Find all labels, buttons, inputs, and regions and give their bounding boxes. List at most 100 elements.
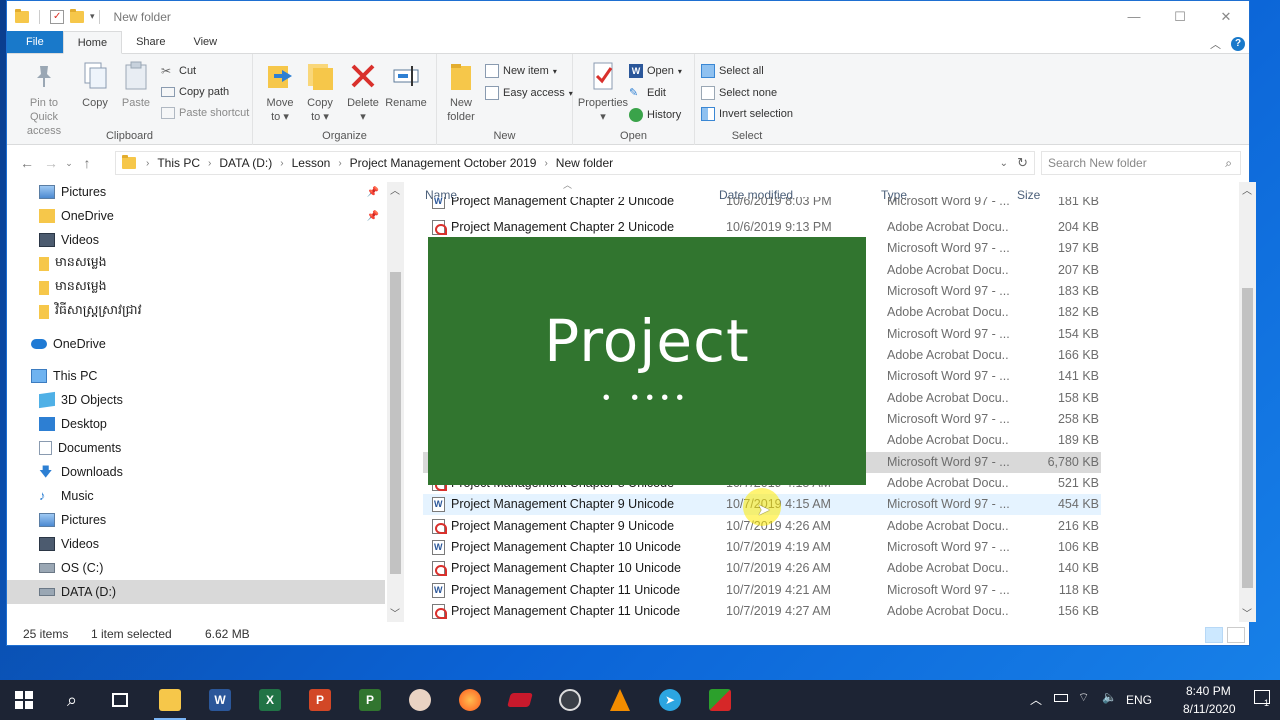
tab-home[interactable]: Home [62,31,123,54]
tab-share[interactable]: Share [122,31,179,53]
taskbar-powerpoint[interactable]: P [296,680,344,720]
taskbar-book-app[interactable] [496,680,544,720]
network-icon[interactable]: ⌔ [1078,690,1089,705]
nav-pictures-quick[interactable]: Pictures 📌 [7,182,385,204]
breadcrumb-lesson[interactable]: Lesson [292,156,331,170]
move-to-button[interactable]: Move to ▾ [261,60,299,124]
file-row[interactable]: Project Management Chapter 2 Unicode 10/… [423,197,1101,212]
new-item-button[interactable]: New item ▾ [485,64,557,78]
recent-locations-icon[interactable]: ⌄ [63,158,75,169]
file-row[interactable]: Project Management Chapter 10 Unicode 10… [423,537,1101,558]
file-row[interactable]: Project Management Chapter 11 Unicode 10… [423,580,1101,601]
scroll-down-icon[interactable]: ﹀ [390,605,400,620]
nav-onedrive-quick[interactable]: OneDrive 📌 [7,204,385,228]
rename-button[interactable]: Rename [385,60,427,110]
task-view-button[interactable] [96,680,144,720]
tab-file[interactable]: File [7,31,63,53]
copy-button[interactable]: Copy [79,60,111,110]
nav-downloads[interactable]: 🡇 Downloads [7,460,385,484]
new-folder-quick-icon[interactable] [70,8,84,23]
nav-scrollbar[interactable]: ︿ ﹀ [387,182,404,622]
help-icon[interactable]: ? [1231,37,1245,51]
new-folder-button[interactable]: New folder [443,60,479,124]
nav-data-d[interactable]: DATA (D:) [7,580,385,604]
back-arrow-icon[interactable]: ← [15,155,39,171]
breadcrumb-new-folder[interactable]: New folder [556,156,613,170]
taskbar-obs[interactable] [546,680,594,720]
nav-documents[interactable]: Documents [7,436,385,460]
taskbar-project[interactable]: P [346,680,394,720]
nav-onedrive[interactable]: OneDrive [7,332,385,356]
pin-icon[interactable]: 📌 [367,187,379,198]
nav-khmer-folder-2[interactable]: មានសម្លេង [7,276,385,300]
delete-button[interactable]: Delete ▾ [345,60,381,124]
properties-button[interactable]: Properties ▾ [577,60,629,124]
taskbar-vlc[interactable] [596,680,644,720]
nav-music[interactable]: ♪ Music [7,484,385,508]
copy-path-button[interactable]: Copy path [161,86,229,98]
file-row[interactable]: Project Management Chapter 2 Unicode 10/… [423,217,1101,238]
taskbar-word[interactable]: W [196,680,244,720]
language-indicator[interactable]: ENG [1126,693,1152,707]
start-button[interactable] [0,680,48,720]
nav-pictures[interactable]: Pictures [7,508,385,532]
customize-qat-icon[interactable]: ▾ [90,11,95,22]
file-list-scrollbar[interactable]: ︿ ﹀ [1239,182,1256,622]
tab-view[interactable]: View [179,31,231,53]
pin-icon[interactable]: 📌 [367,211,379,222]
nav-this-pc[interactable]: This PC [7,364,385,388]
clock-date[interactable]: 8/11/2020 [1183,702,1236,716]
breadcrumb-data-d[interactable]: DATA (D:) [219,156,272,170]
file-list-scroll-thumb[interactable] [1242,288,1253,588]
battery-icon[interactable] [1054,694,1068,702]
nav-videos[interactable]: Videos [7,532,385,556]
nav-khmer-folder-1[interactable]: មានសម្លេង [7,252,385,276]
breadcrumb-this-pc[interactable]: This PC [157,156,200,170]
scroll-down-icon[interactable]: ﹀ [1242,605,1252,620]
taskbar-firefox[interactable] [446,680,494,720]
taskbar-telegram[interactable]: ➤ [646,680,694,720]
paste-shortcut-button[interactable]: Paste shortcut [161,107,249,119]
history-button[interactable]: History [629,108,681,122]
easy-access-button[interactable]: Easy access ▾ [485,86,573,100]
nav-videos-quick[interactable]: Videos [7,228,385,252]
paste-button[interactable]: Paste [119,60,153,110]
nav-scroll-thumb[interactable] [390,272,401,574]
search-input[interactable]: Search New folder ⌕ [1041,151,1241,175]
clock-time[interactable]: 8:40 PM [1186,684,1231,698]
volume-icon[interactable]: 🔈 [1102,690,1117,704]
taskbar-excel[interactable]: X [246,680,294,720]
minimize-button[interactable]: — [1111,1,1157,32]
taskbar-seal-app[interactable] [396,680,444,720]
nav-khmer-folder-3[interactable]: វិធីសាស្ត្រស្រាវជ្រាវ [7,300,385,324]
properties-check-icon[interactable]: ✓ [50,9,64,24]
select-none-button[interactable]: Select none [701,86,777,100]
invert-selection-button[interactable]: Invert selection [701,107,793,121]
show-hidden-icons-icon[interactable]: ︿ [1030,691,1042,708]
file-row[interactable]: Project Management Chapter 10 Unicode 10… [423,558,1101,579]
maximize-button[interactable]: ☐ [1157,1,1203,32]
edit-button[interactable]: ✎ Edit [629,86,666,100]
scroll-up-icon[interactable]: ︿ [390,182,400,197]
details-view-icon[interactable] [1205,627,1223,643]
up-arrow-icon[interactable]: ↑ [75,155,99,171]
address-dropdown-icon[interactable]: ⌄ [1000,158,1008,169]
close-button[interactable]: ✕ [1203,1,1249,32]
address-bar[interactable]: › This PC › DATA (D:) › Lesson › Project… [115,151,1035,175]
pin-to-quick-access-button[interactable]: Pin to Quick access [15,60,73,138]
select-all-button[interactable]: Select all [701,64,764,78]
open-button[interactable]: W Open ▾ [629,64,682,78]
collapse-ribbon-icon[interactable]: ︿ [1210,36,1221,52]
cut-button[interactable]: ✂ Cut [161,64,196,78]
taskbar-file-explorer[interactable] [146,680,194,720]
taskbar-other-app[interactable] [696,680,744,720]
forward-arrow-icon[interactable]: → [39,155,63,171]
breadcrumb-project-management[interactable]: Project Management October 2019 [350,156,537,170]
copy-to-button[interactable]: Copy to ▾ [301,60,339,124]
nav-3d-objects[interactable]: 3D Objects [7,388,385,412]
taskbar-search-button[interactable]: ⌕ [48,680,96,720]
scroll-up-icon[interactable]: ︿ [1242,182,1252,197]
nav-os-c[interactable]: OS (C:) [7,556,385,580]
nav-desktop[interactable]: Desktop [7,412,385,436]
large-icons-view-icon[interactable] [1227,627,1245,643]
